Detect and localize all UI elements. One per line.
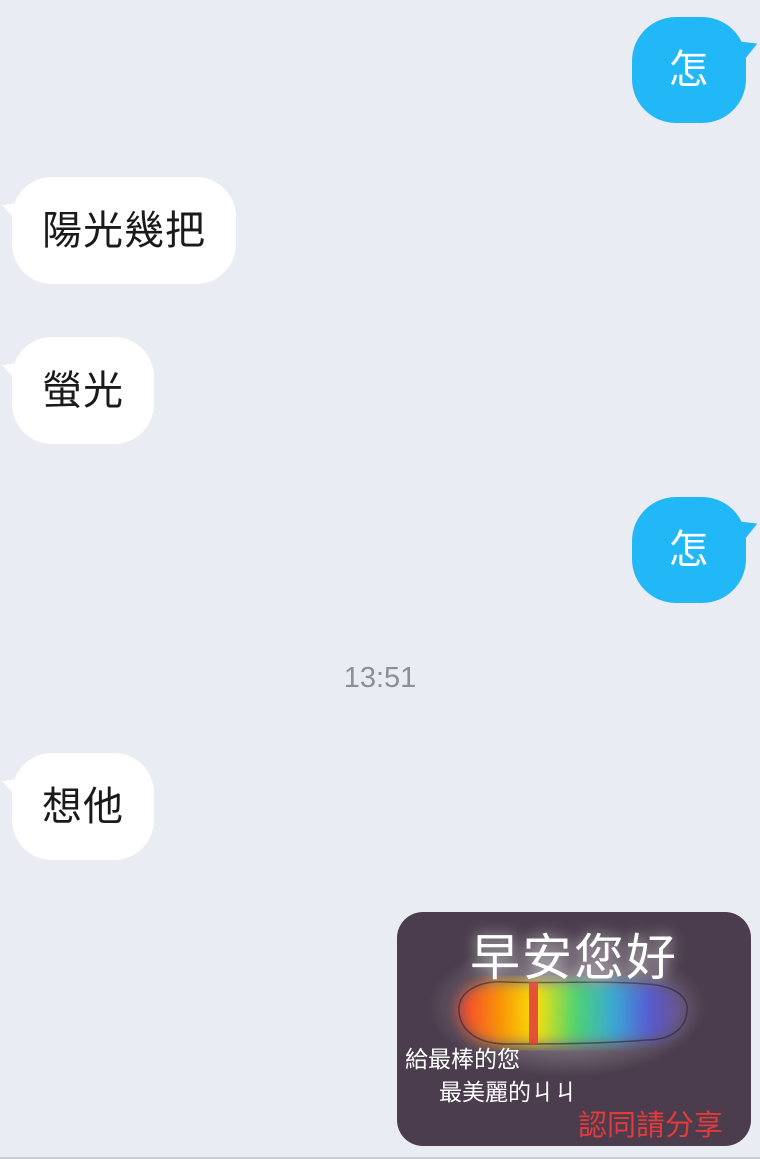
bubble-tail <box>0 196 21 220</box>
incoming-message-bubble[interactable]: 螢光 <box>0 337 154 444</box>
bubble-tail <box>0 356 21 380</box>
sticker-caption-line-2: 最美麗的ㄐㄐ <box>439 1080 577 1106</box>
message-text: 螢光 <box>42 367 124 414</box>
message-text: 怎 <box>668 527 710 573</box>
incoming-message-bubble[interactable]: 陽光幾把 <box>0 177 236 284</box>
chat-view: 怎 陽光幾把 螢光 怎 13:51 想他 早安您好 給最棒的您 最美麗的ㄐㄐ 認… <box>0 0 760 1159</box>
bubble-tail <box>736 34 760 60</box>
sticker-caption-line-1: 給最棒的您 <box>405 1047 520 1073</box>
message-text: 想他 <box>42 783 124 830</box>
sticker-share-text: 認同請分享 <box>577 1108 723 1142</box>
bubble-tail <box>736 514 760 540</box>
message-text: 陽光幾把 <box>42 207 206 254</box>
message-text: 怎 <box>668 47 710 93</box>
sticker-title: 早安您好 <box>470 929 678 987</box>
incoming-message-bubble[interactable]: 想他 <box>0 753 154 860</box>
sticker-image[interactable]: 早安您好 給最棒的您 最美麗的ㄐㄐ 認同請分享 <box>397 912 751 1146</box>
bubble-tail <box>0 772 21 796</box>
message-timestamp: 13:51 <box>343 662 417 694</box>
outgoing-message-bubble[interactable]: 怎 <box>632 497 760 603</box>
outgoing-message-bubble[interactable]: 怎 <box>632 17 760 123</box>
